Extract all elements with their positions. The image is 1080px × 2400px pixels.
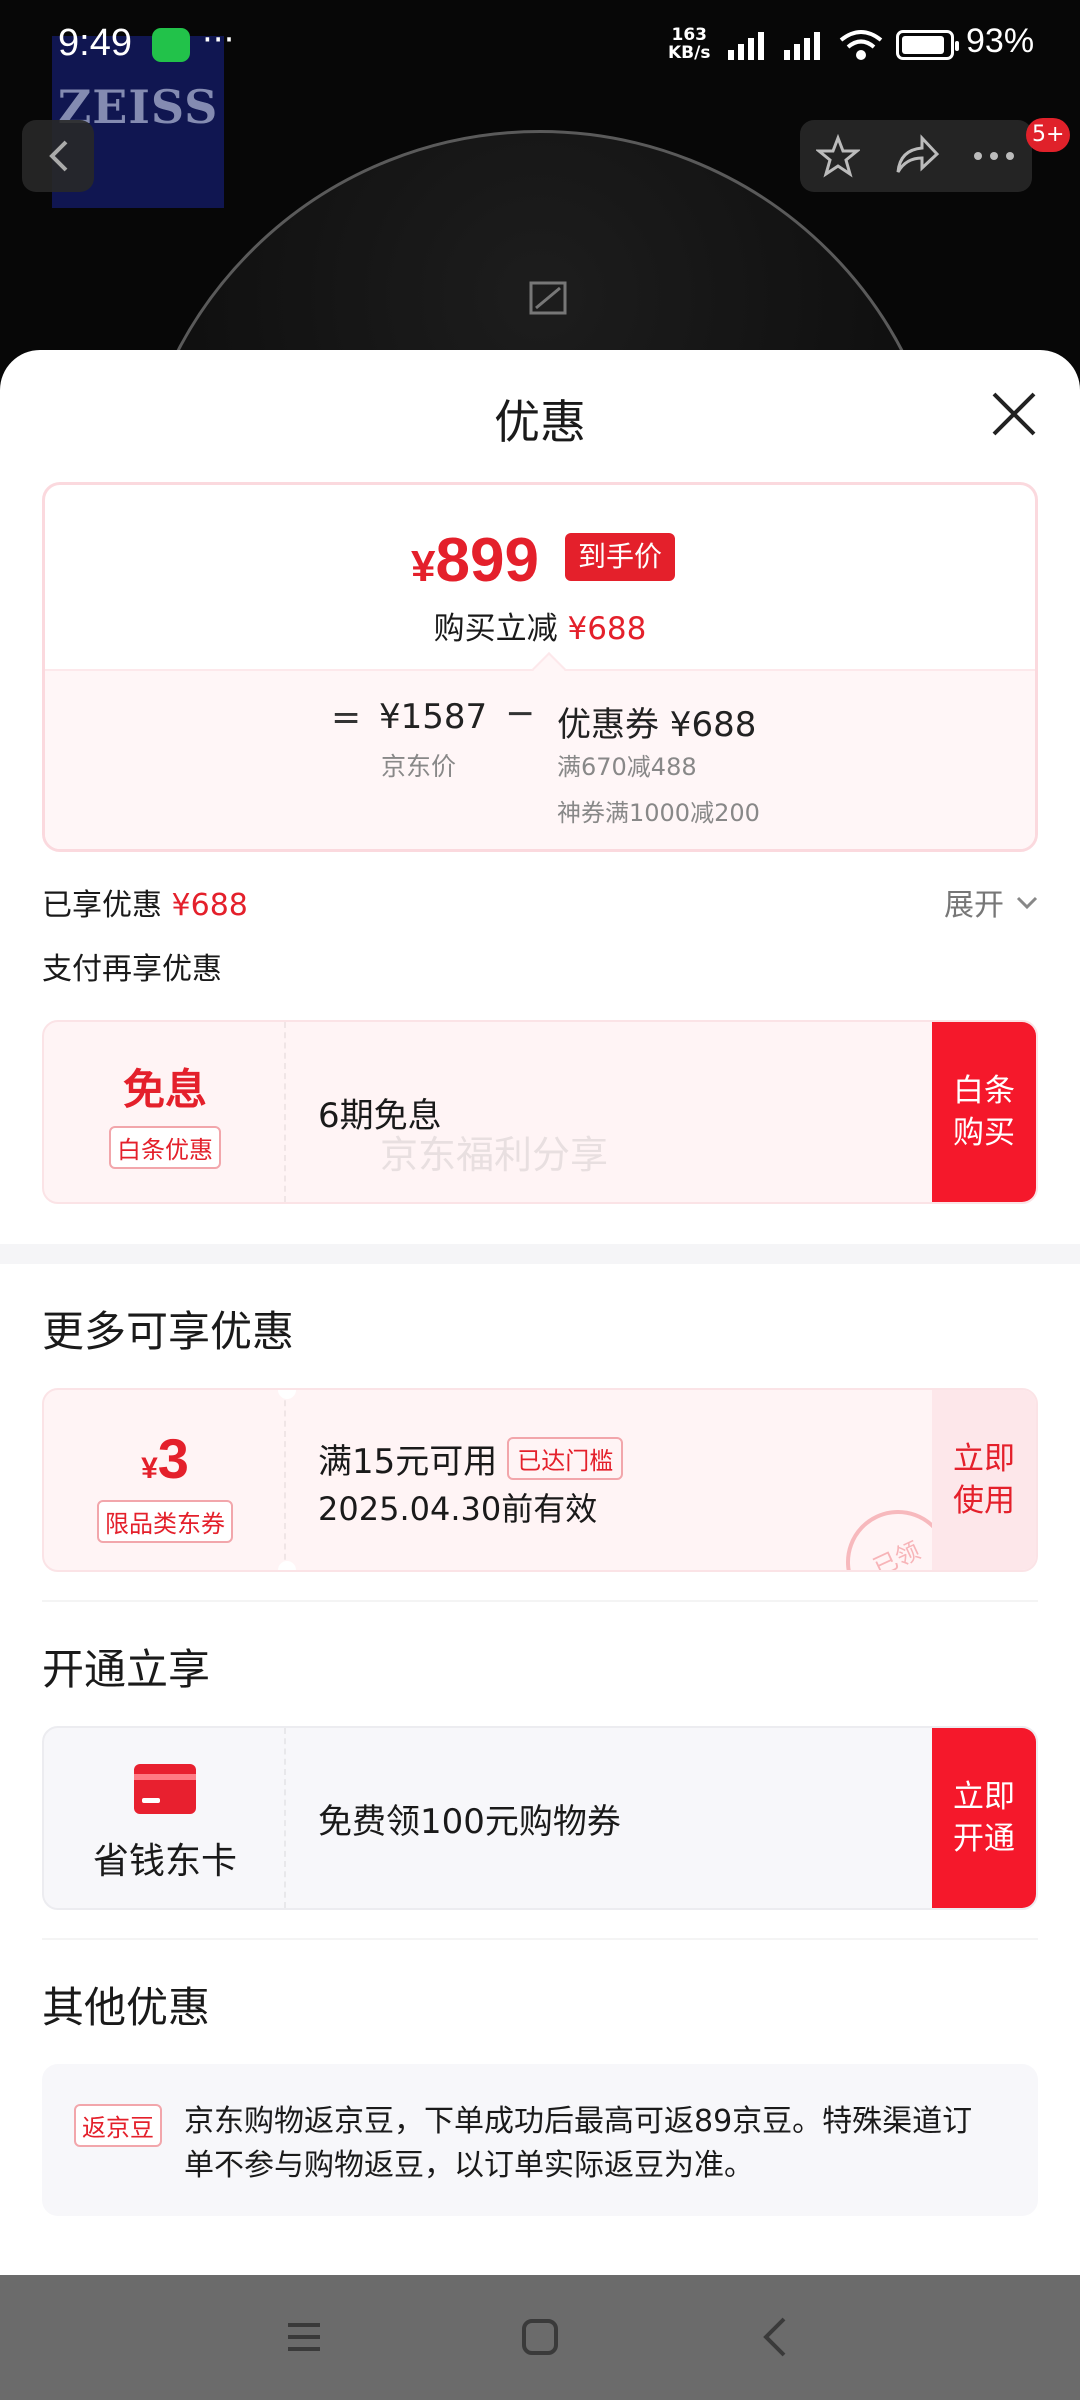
coupon-condition: 满15元可用 已达门槛: [318, 1434, 624, 1483]
price-breakdown-card: ¥899 到手价 购买立减 ¥688 = ¥1587 京东价 − 优惠券 ¥68…: [42, 482, 1038, 852]
menu-icon[interactable]: [282, 2315, 326, 2359]
nav-back-icon[interactable]: [754, 2315, 798, 2359]
section-divider: [0, 1244, 1080, 1264]
use-now-button[interactable]: 立即 使用: [932, 1390, 1036, 1570]
wechat-icon: [152, 28, 190, 62]
coupon-tag: 限品类东券: [97, 1500, 233, 1543]
membership-name: 省钱东卡: [92, 1841, 237, 1882]
coupon-validity: 2025.04.30前有效: [318, 1490, 598, 1528]
wifi-icon: [839, 30, 883, 60]
signal-icon: [728, 32, 764, 60]
membership-card[interactable]: 省钱东卡 免费领100元购物券 立即 开通: [42, 1726, 1038, 1910]
signal-icon: [784, 32, 820, 60]
enjoyed-discount: 已享优惠 ¥688: [42, 888, 248, 923]
header-actions: [800, 120, 1032, 192]
battery-icon: [896, 30, 959, 60]
coupon-value: ¥3: [141, 1427, 189, 1490]
sheet-title: 优惠: [494, 395, 586, 449]
coupon-notch: [278, 1561, 296, 1570]
back-icon: [49, 140, 68, 172]
star-icon[interactable]: [816, 134, 860, 178]
close-icon[interactable]: [988, 388, 1040, 440]
jingdou-tag: 返京豆: [74, 2104, 162, 2147]
notification-badge: 5+: [1026, 118, 1071, 152]
open-now-label: 立即 开通: [953, 1779, 1015, 1857]
chevron-down-icon[interactable]: [1016, 896, 1038, 910]
expand-button[interactable]: 展开: [944, 880, 1004, 924]
discount-sheet: 优惠 ¥899 到手价 购买立减 ¥688 = ¥1587 京东价 − 优惠券 …: [0, 350, 1080, 2275]
jd-price-label: 京东价: [381, 752, 457, 781]
status-bar: 9:49 ··· 163 KB/s 93%: [0, 0, 1080, 90]
baitiao-buy-button[interactable]: 白条 购买: [932, 1022, 1036, 1202]
coupon-card[interactable]: ¥3 限品类东券 满15元可用 已达门槛 2025.04.30前有效 已领 立即 …: [42, 1388, 1038, 1572]
back-button[interactable]: [22, 120, 94, 192]
share-icon[interactable]: [894, 134, 940, 178]
card-icon: [134, 1764, 196, 1814]
jingdou-text: 京东购物返京豆，下单成功后最高可返89京豆。特殊渠道订单不参与购物返豆，以订单实…: [184, 2104, 973, 2183]
coupon-detail: 满670减488: [557, 753, 697, 781]
section-divider: [42, 1600, 1038, 1602]
final-price: ¥899: [411, 526, 539, 595]
open-section-title: 开通立享: [42, 1645, 211, 1694]
baitiao-tag: 白条优惠: [109, 1126, 221, 1169]
more-section-title: 更多可享优惠: [42, 1307, 295, 1356]
section-divider: [42, 1938, 1038, 1940]
coupon-detail: 神券满1000减200: [557, 799, 760, 827]
battery-percent: 93%: [966, 22, 1035, 60]
other-section-title: 其他优惠: [42, 1983, 211, 2032]
coupon-total: 优惠券 ¥688: [557, 705, 757, 745]
image-placeholder-icon: [529, 281, 567, 315]
pay-more-label: 支付再享优惠: [42, 952, 222, 987]
net-speed: 163 KB/s: [668, 25, 711, 63]
final-price-tag: 到手价: [565, 533, 675, 581]
use-now-label: 立即 使用: [953, 1441, 1015, 1519]
minus-sign: −: [505, 693, 536, 734]
installment-title: 免息: [122, 1065, 207, 1114]
open-now-button[interactable]: 立即 开通: [932, 1728, 1036, 1908]
membership-desc: 免费领100元购物券: [318, 1802, 621, 1842]
other-discount-box: 返京豆 京东购物返京豆，下单成功后最高可返89京豆。特殊渠道订单不参与购物返豆，…: [42, 2064, 1038, 2216]
baitiao-buy-label: 白条 购买: [953, 1073, 1015, 1151]
status-time: 9:49: [58, 22, 132, 64]
jd-price: ¥1587: [379, 697, 488, 737]
watermark: 京东福利分享: [380, 1133, 609, 1177]
equals-sign: =: [331, 697, 362, 738]
installment-card[interactable]: 免息 白条优惠 6期免息 京东福利分享 白条 购买: [42, 1020, 1038, 1204]
home-icon[interactable]: [518, 2315, 562, 2359]
system-nav-bar: [0, 2275, 1080, 2400]
price-formula-area: [45, 669, 1035, 849]
more-icon[interactable]: [972, 146, 1016, 166]
instant-reduce: 购买立减 ¥688: [433, 611, 647, 647]
more-dots-icon: ···: [202, 20, 235, 60]
reached-tag: 已达门槛: [507, 1437, 624, 1480]
